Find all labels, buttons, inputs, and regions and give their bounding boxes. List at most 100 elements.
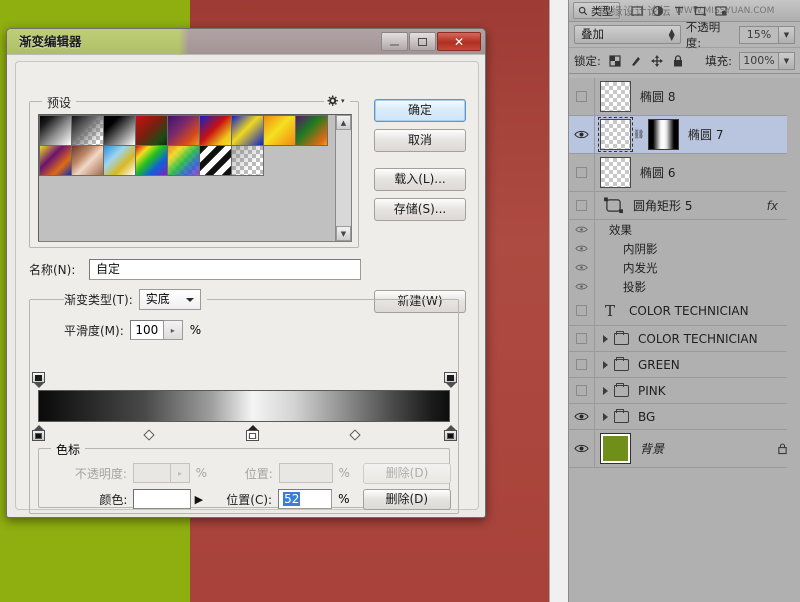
preset-swatch-violet-orange[interactable] [167,115,200,146]
lock-position-icon[interactable] [650,54,664,68]
layer-fill-caret-icon[interactable]: ▼ [779,52,795,70]
mask-link-icon[interactable]: ⛓ [633,130,642,140]
preset-swatch-violet-green-orange[interactable] [295,115,328,146]
eye-icon[interactable] [576,385,587,396]
window-controls[interactable]: ✕ [381,32,481,51]
maximize-button[interactable] [409,32,436,51]
layer-visibility-toggle[interactable] [569,78,595,115]
triangle-right-icon[interactable]: ▶ [191,489,206,509]
ok-button[interactable]: 确定 [374,99,466,122]
preset-swatch-spectrum[interactable] [135,145,168,176]
layer-filter-icons[interactable] [630,4,728,18]
preset-swatch-foreground-to-transparent[interactable] [71,115,104,146]
minimize-button[interactable] [381,32,408,51]
preset-swatch-transparent-stripes[interactable] [199,145,232,176]
layer-row-vector[interactable]: 圆角矩形 5fx [569,192,800,220]
layer-row-group[interactable]: COLOR TECHNICIAN [569,326,800,352]
effect-visibility-toggle[interactable] [569,220,595,239]
layer-list[interactable]: 椭圆 8⛓椭圆 7椭圆 6圆角矩形 5fx效果内阴影内发光投影TCOLOR TE… [569,78,800,602]
layer-row[interactable]: 背景 [569,430,800,468]
effect-visibility-toggle[interactable] [569,277,595,296]
color-midpoint-1[interactable] [350,429,361,440]
layer-visibility-toggle[interactable] [569,430,595,467]
layer-thumbnail[interactable] [600,157,631,188]
preset-swatch-red-green[interactable] [135,115,168,146]
preset-swatch-yellow-violet-orange-blue[interactable] [39,145,72,176]
layer-row[interactable]: 椭圆 8 [569,78,800,116]
fx-badge[interactable]: fx [767,199,778,213]
layer-mask-thumbnail[interactable] [648,119,679,150]
layer-thumbnail[interactable] [600,433,631,464]
layer-thumbnail[interactable] [600,119,631,150]
layer-row-text[interactable]: TCOLOR TECHNICIAN [569,296,800,326]
gradient-ramp-area[interactable] [38,372,450,442]
eye-icon[interactable] [576,333,587,344]
layer-list-scrollbar[interactable] [787,78,800,602]
smoothness-stepper[interactable]: ▸ [164,320,183,340]
smartobject-filter-icon[interactable] [714,4,728,18]
preset-swatch-neutral-density[interactable] [231,145,264,176]
layer-fill-input[interactable]: 100% [739,52,779,70]
layer-row[interactable]: ⛓椭圆 7 [569,116,800,154]
color-position-input[interactable]: 52 [278,489,332,509]
layer-row-group[interactable]: PINK [569,378,800,404]
pixel-filter-icon[interactable] [630,4,644,18]
layer-row-group[interactable]: BG [569,404,800,430]
preset-swatch-transparent-rainbow[interactable] [167,145,200,176]
cancel-button[interactable]: 取消 [374,129,466,152]
presets-gear-button[interactable]: ▾ [324,93,350,109]
layer-visibility-toggle[interactable] [569,378,595,403]
layer-filter-type-select[interactable]: 类型 [573,2,620,19]
preset-swatch-chrome[interactable] [103,145,136,176]
eye-icon[interactable] [574,443,589,454]
adjustment-filter-icon[interactable] [651,4,665,18]
color-swatch-button[interactable] [133,489,191,509]
color-midpoint-0[interactable] [144,429,155,440]
eye-icon[interactable] [576,167,587,178]
group-expand-triangle-icon[interactable] [603,361,608,369]
type-filter-icon[interactable] [672,4,686,18]
layer-effect-row[interactable]: 投影 [569,277,800,296]
preset-swatch-orange-yellow-orange[interactable] [263,115,296,146]
gradient-type-select[interactable]: 实底 [139,289,201,310]
gradient-ramp-preview[interactable] [38,390,450,422]
preset-swatch-copper[interactable] [71,145,104,176]
layers-panel-tabbar[interactable]: 类型 思缘设计论坛 [569,0,800,22]
color-stop-100[interactable] [444,425,457,442]
layer-thumbnail[interactable] [600,81,631,112]
layer-opacity-caret-icon[interactable]: ▼ [779,26,795,44]
layer-visibility-toggle[interactable] [569,154,595,191]
effect-visibility-toggle[interactable] [569,258,595,277]
load-button[interactable]: 载入(L)... [374,168,466,191]
document-vertical-scrollbar[interactable] [549,0,568,602]
color-stop-0[interactable] [32,425,45,442]
group-expand-triangle-icon[interactable] [603,413,608,421]
lock-image-icon[interactable] [629,54,643,68]
eye-icon[interactable] [576,91,587,102]
eye-icon[interactable] [576,200,587,211]
layer-visibility-toggle[interactable] [569,296,595,325]
lock-all-icon[interactable] [671,54,685,68]
layer-row[interactable]: 椭圆 6 [569,154,800,192]
close-button[interactable]: ✕ [437,32,481,51]
group-expand-triangle-icon[interactable] [603,387,608,395]
preset-swatch-foreground-to-background[interactable] [39,115,72,146]
layer-visibility-toggle[interactable] [569,352,595,377]
layer-row-group[interactable]: GREEN [569,352,800,378]
preset-swatch-blue-red-yellow[interactable] [199,115,232,146]
save-button[interactable]: 存储(S)... [374,198,466,221]
layer-visibility-toggle[interactable] [569,116,595,153]
layer-effect-row[interactable]: 效果 [569,220,800,239]
gradient-name-input[interactable]: 自定 [89,259,361,280]
preset-swatch-blue-yellow-blue[interactable] [231,115,264,146]
opacity-stop-right[interactable] [444,372,457,389]
smoothness-input[interactable]: 100 [130,320,164,340]
presets-swatch-panel[interactable]: ▲ ▼ [38,114,352,242]
layer-visibility-toggle[interactable] [569,326,595,351]
blend-mode-select[interactable]: 叠加 ▲▼ [574,25,681,44]
layer-effect-row[interactable]: 内阴影 [569,239,800,258]
layer-opacity-input[interactable]: 15% [739,26,779,44]
preset-swatch-black-to-white[interactable] [103,115,136,146]
opacity-stop-left[interactable] [32,372,45,389]
presets-scrollbar[interactable]: ▲ ▼ [335,115,351,241]
